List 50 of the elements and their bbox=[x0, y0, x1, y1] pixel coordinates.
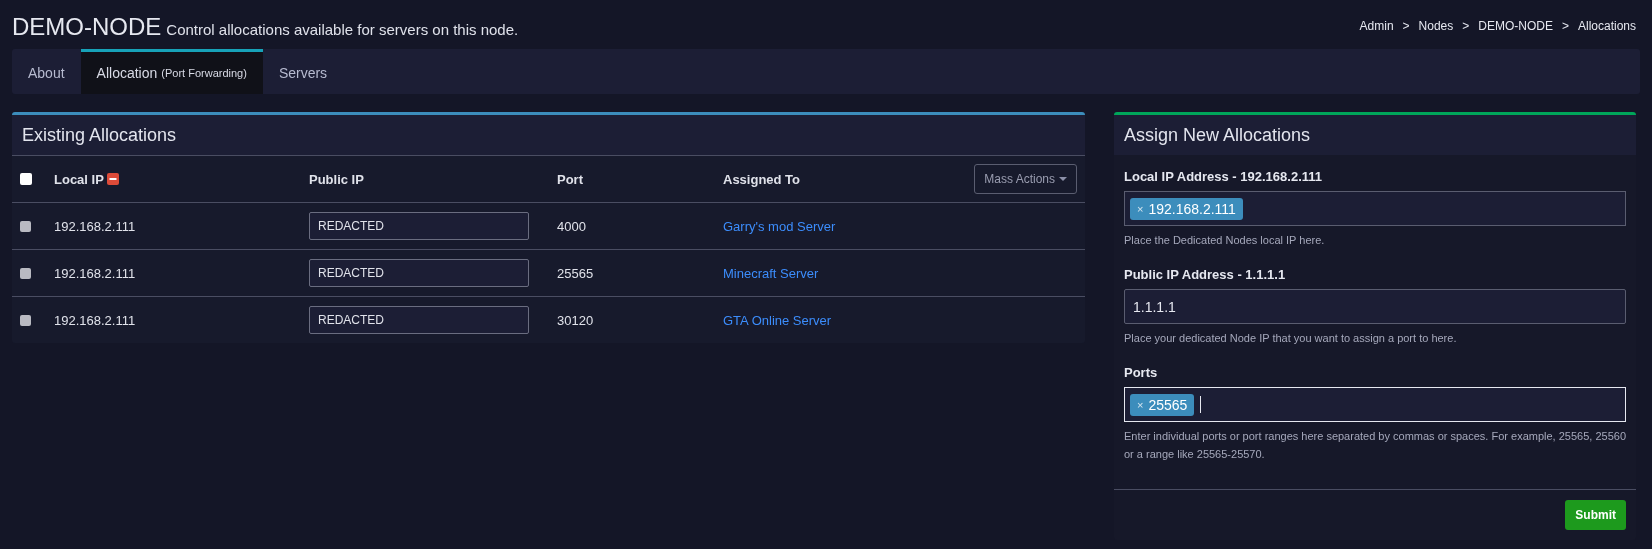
breadcrumb-link[interactable]: Allocations bbox=[1577, 19, 1636, 33]
server-link[interactable]: Minecraft Server bbox=[723, 265, 819, 281]
tag-input-field[interactable]: × 192.168.2.111 bbox=[1124, 191, 1626, 226]
caret-icon bbox=[1059, 177, 1067, 181]
input-field[interactable]: 1.1.1.1 bbox=[1124, 289, 1626, 324]
remove-icon[interactable] bbox=[106, 173, 119, 185]
tab[interactable]: Servers bbox=[262, 49, 344, 94]
tag-input-field[interactable]: × 25565 bbox=[1124, 387, 1626, 422]
panel-title: Existing Allocations bbox=[22, 124, 177, 146]
breadcrumb-separator: > bbox=[1561, 19, 1569, 33]
submit-button[interactable]: Submit bbox=[1565, 500, 1626, 530]
table-cell: 192.168.2.111 bbox=[54, 312, 136, 328]
column-header: Port bbox=[557, 171, 583, 187]
row-checkbox[interactable] bbox=[20, 267, 31, 279]
help-text: Place your dedicated Node IP that you want to assign a port to here. bbox=[1124, 331, 1458, 346]
public-ip-field[interactable]: REDACTED bbox=[309, 306, 529, 334]
breadcrumb-link[interactable]: Nodes bbox=[1418, 19, 1454, 33]
field-label: Ports bbox=[1124, 365, 1159, 380]
breadcrumb-link[interactable]: Admin bbox=[1359, 19, 1394, 33]
help-text: Place the Dedicated Nodes local IP here. bbox=[1124, 233, 1326, 248]
field-label: Public IP Address - 1.1.1.1 bbox=[1124, 267, 1287, 282]
table-cell: 30120 bbox=[557, 312, 594, 328]
text-cursor bbox=[1200, 396, 1202, 413]
page-subtitle: Control allocations available for servers on this node. bbox=[166, 21, 519, 38]
tag-chip[interactable]: × 25565 bbox=[1130, 393, 1195, 416]
table-cell: 192.168.2.111 bbox=[54, 265, 136, 281]
public-ip-field[interactable]: REDACTED bbox=[309, 212, 529, 240]
breadcrumb-separator: > bbox=[1402, 19, 1410, 33]
column-header: Assigned To bbox=[723, 171, 801, 187]
table-cell: 192.168.2.111 bbox=[54, 218, 136, 234]
page-title: DEMO-NODE bbox=[12, 13, 162, 41]
table-cell: 25565 bbox=[557, 265, 594, 281]
breadcrumb-link[interactable]: DEMO-NODE bbox=[1478, 19, 1553, 33]
server-link[interactable]: GTA Online Server bbox=[723, 312, 832, 328]
public-ip-field[interactable]: REDACTED bbox=[309, 259, 529, 287]
column-header: Public IP bbox=[309, 171, 364, 187]
server-link[interactable]: Garry's mod Server bbox=[723, 218, 836, 234]
row-checkbox[interactable] bbox=[20, 314, 31, 326]
tab[interactable]: About bbox=[12, 49, 81, 94]
row-checkbox[interactable] bbox=[20, 220, 31, 232]
mass-actions-button[interactable]: Mass Actions bbox=[974, 164, 1077, 194]
tag-chip[interactable]: × 192.168.2.111 bbox=[1130, 197, 1243, 220]
table-cell: 4000 bbox=[557, 218, 586, 234]
field-label: Local IP Address - 192.168.2.111 bbox=[1124, 169, 1323, 184]
breadcrumb-separator: > bbox=[1462, 19, 1470, 33]
panel-title: Assign New Allocations bbox=[1124, 124, 1311, 146]
help-text: Enter individual ports or port ranges here separated by commas or spaces. For example, 25565, 25560 or a range like 25565-25570. bbox=[1124, 429, 1626, 462]
tab[interactable]: Allocation (Port Forwarding) bbox=[80, 49, 263, 94]
select-all-checkbox[interactable] bbox=[20, 173, 32, 185]
column-header: Local IP bbox=[54, 171, 104, 187]
